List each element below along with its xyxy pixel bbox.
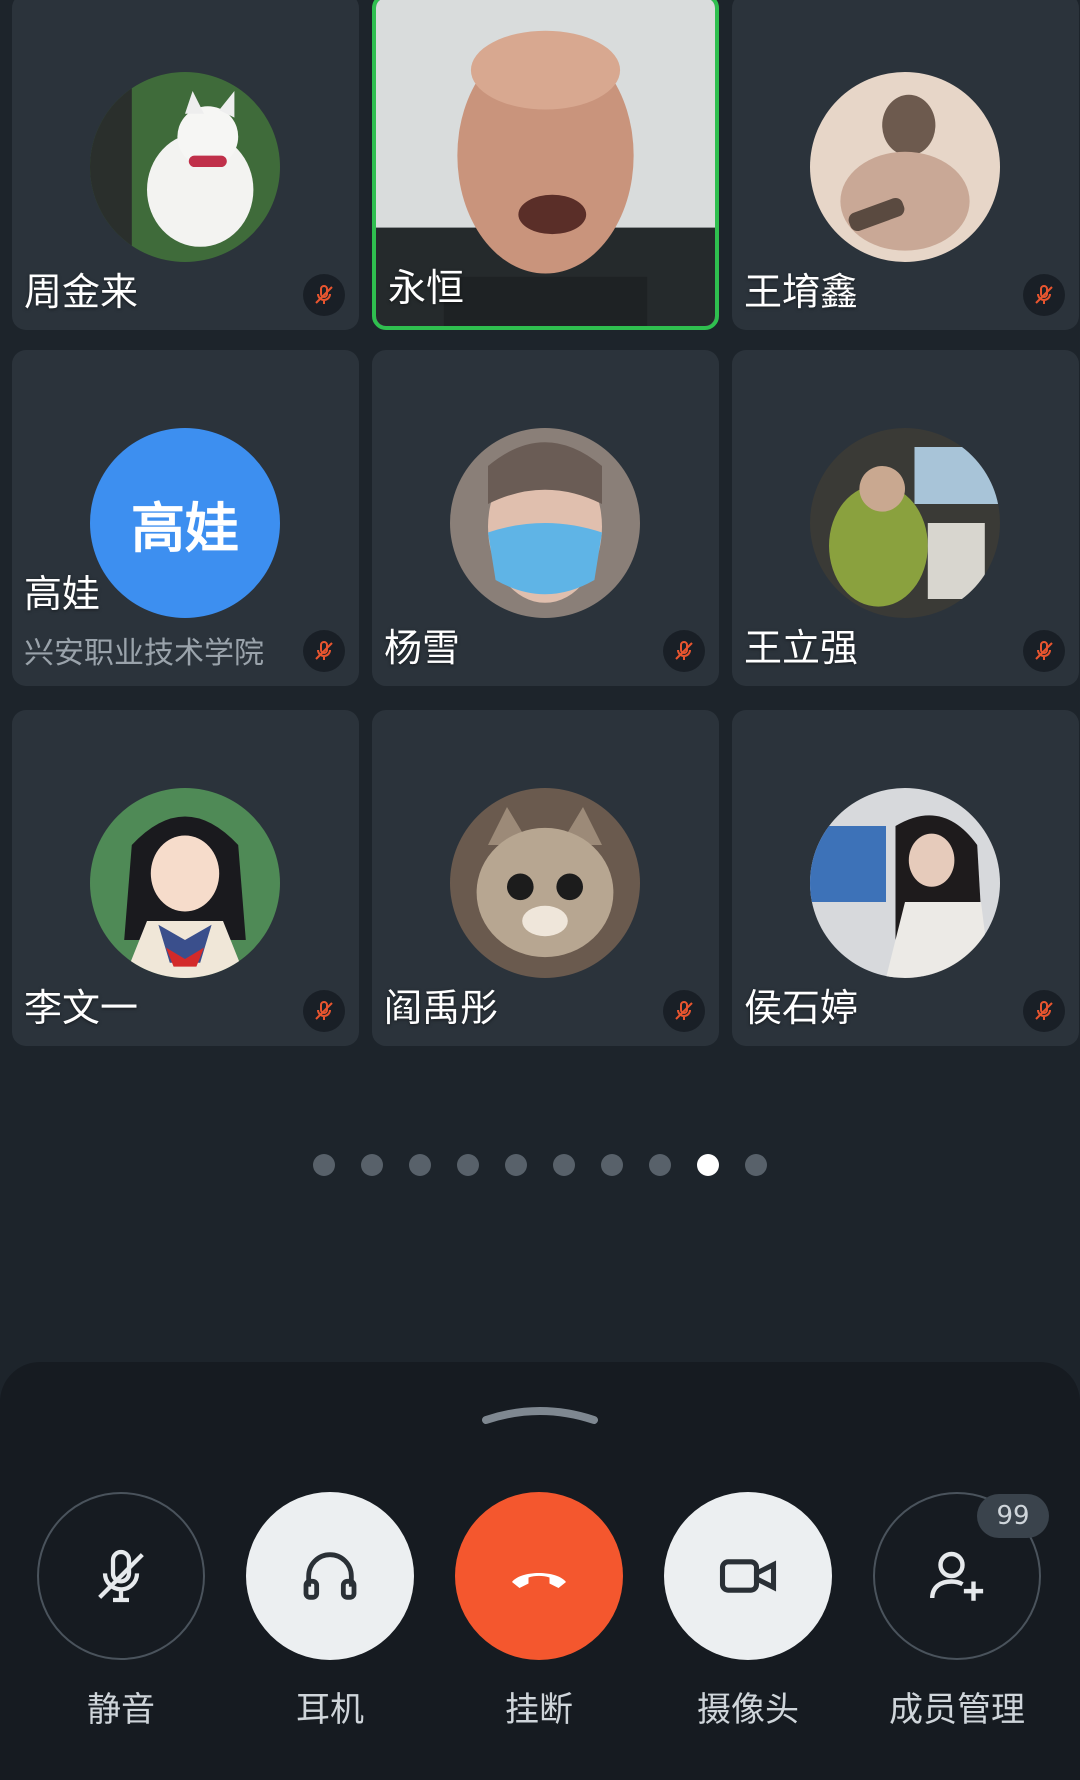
participant-name: 侯石婷 <box>744 986 859 1030</box>
participant-name: 王堉鑫 <box>744 270 859 314</box>
participant-tile[interactable]: 阎禹彤 <box>372 710 719 1046</box>
camera-control[interactable]: 摄像头 <box>663 1492 833 1731</box>
participant-name: 周金来 <box>24 270 139 314</box>
participant-name: 王立强 <box>744 626 859 670</box>
members-button[interactable]: 99 <box>873 1492 1049 1660</box>
add-member-icon <box>930 1551 984 1601</box>
participant-name: 高娃 <box>24 572 101 616</box>
participant-tile[interactable]: 高娃 高娃 兴安职业技术学院 <box>12 350 359 686</box>
members-label: 成员管理 <box>889 1690 1025 1730</box>
hangup-phone-icon <box>512 1573 566 1588</box>
hangup-control[interactable]: 挂断 <box>454 1492 624 1731</box>
page-dot[interactable] <box>601 1154 623 1176</box>
text-avatar: 高娃 <box>90 428 280 618</box>
masked-girl-avatar <box>450 428 640 618</box>
earphone-button[interactable] <box>246 1492 414 1660</box>
participant-tile[interactable]: 王立强 <box>732 350 1079 686</box>
page-dot[interactable] <box>745 1154 767 1176</box>
participant-org: 兴安职业技术学院 <box>24 636 264 671</box>
page-dot[interactable] <box>457 1154 479 1176</box>
earphone-label: 耳机 <box>296 1690 364 1730</box>
page-dot[interactable] <box>505 1154 527 1176</box>
participant-tile[interactable]: 周金来 <box>12 0 359 330</box>
mute-button[interactable] <box>37 1492 205 1660</box>
participant-tile[interactable]: 杨雪 <box>372 350 719 686</box>
mic-off-icon <box>1023 630 1065 672</box>
page-dot[interactable] <box>409 1154 431 1176</box>
participant-name: 永恒 <box>388 266 465 310</box>
participant-name: 阎禹彤 <box>384 986 499 1030</box>
mic-off-icon <box>663 630 705 672</box>
members-control[interactable]: 99 成员管理 <box>872 1492 1049 1731</box>
mic-off-icon <box>1023 990 1065 1032</box>
participant-tile-active[interactable]: 永恒 <box>372 0 719 330</box>
participant-tile[interactable]: 王堉鑫 <box>732 0 1079 330</box>
sketch-avatar <box>810 72 1000 262</box>
page-dot[interactable] <box>361 1154 383 1176</box>
mic-off-icon <box>1023 274 1065 316</box>
mic-off-icon <box>663 990 705 1032</box>
page-indicator[interactable] <box>0 1154 1080 1180</box>
headphones-icon <box>303 1552 357 1600</box>
anime-girl-avatar <box>90 788 280 978</box>
control-panel: 静音 耳机 挂断 摄像头 99 成员管理 <box>0 1362 1080 1780</box>
members-count-badge: 99 <box>977 1494 1049 1538</box>
kitten-avatar <box>450 788 640 978</box>
camera-button[interactable] <box>664 1492 832 1660</box>
camera-label: 摄像头 <box>697 1690 799 1730</box>
car-photo-avatar <box>810 428 1000 618</box>
participant-name: 李文一 <box>24 986 139 1030</box>
page-dot[interactable] <box>553 1154 575 1176</box>
participant-tile[interactable]: 李文一 <box>12 710 359 1046</box>
video-camera-icon <box>719 1559 777 1593</box>
cat-avatar <box>90 72 280 262</box>
page-dot[interactable] <box>313 1154 335 1176</box>
page-dot-active[interactable] <box>697 1154 719 1176</box>
mic-off-icon <box>303 274 345 316</box>
participant-name: 杨雪 <box>384 626 461 670</box>
participant-tile[interactable]: 侯石婷 <box>732 710 1079 1046</box>
mic-off-icon <box>303 630 345 672</box>
page-dot[interactable] <box>649 1154 671 1176</box>
woman-photo-avatar <box>810 788 1000 978</box>
hangup-label: 挂断 <box>505 1690 573 1730</box>
mute-label: 静音 <box>87 1690 155 1730</box>
mic-off-icon <box>98 1549 144 1603</box>
expand-handle-icon[interactable] <box>480 1400 600 1426</box>
mic-off-icon <box>303 990 345 1032</box>
mute-control[interactable]: 静音 <box>36 1492 206 1731</box>
hangup-button[interactable] <box>455 1492 623 1660</box>
earphone-control[interactable]: 耳机 <box>245 1492 415 1731</box>
